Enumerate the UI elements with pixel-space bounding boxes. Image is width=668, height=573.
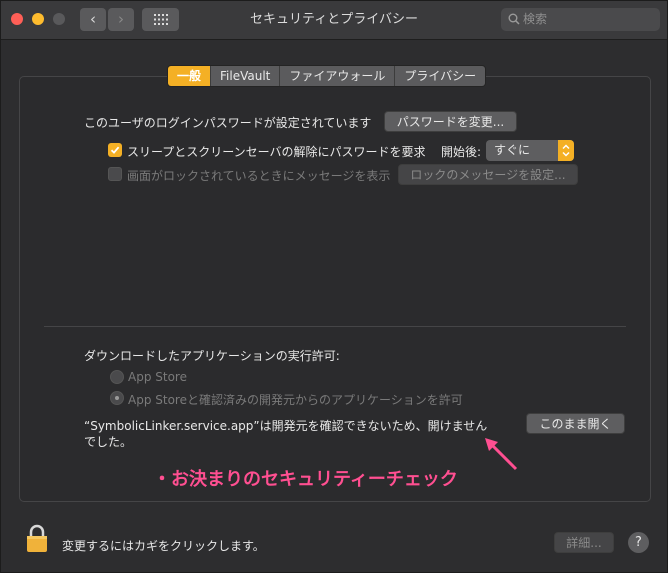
back-button[interactable]: ‹ xyxy=(80,8,106,31)
close-window-button[interactable] xyxy=(11,13,23,25)
forward-button[interactable]: › xyxy=(108,8,134,31)
title-bar: ‹ › セキュリティとプライバシー 検索 xyxy=(1,1,667,40)
lock-message-label: 画面がロックされているときにメッセージを表示 xyxy=(127,169,391,183)
chevron-updown-icon xyxy=(558,140,574,161)
tab-firewall[interactable]: ファイアウォール xyxy=(280,66,396,86)
search-placeholder: 検索 xyxy=(523,12,548,26)
window-title: セキュリティとプライバシー xyxy=(250,12,418,27)
blocked-app-message-line2: でした。 xyxy=(84,435,133,449)
start-after-select[interactable]: すぐに xyxy=(486,140,574,161)
grid-icon xyxy=(153,14,168,25)
tab-privacy[interactable]: プライバシー xyxy=(395,66,486,86)
tab-bar: 一般 FileVault ファイアウォール プライバシー xyxy=(167,65,487,87)
downloads-heading: ダウンロードしたアプリケーションの実行許可: xyxy=(84,349,340,363)
annotation-arrow xyxy=(485,438,518,471)
zoom-window-button[interactable] xyxy=(53,13,65,25)
annotation-text: ・お決まりのセキュリティーチェック xyxy=(153,469,458,490)
section-divider xyxy=(44,326,626,327)
blocked-app-message-line1: “SymbolicLinker.service.app”は開発元を確認できないた… xyxy=(84,419,488,433)
minimize-window-button[interactable] xyxy=(32,13,44,25)
search-field[interactable]: 検索 xyxy=(501,8,660,31)
advanced-button[interactable]: 詳細... xyxy=(554,532,614,553)
password-status-text: このユーザのログインパスワードが設定されています xyxy=(84,116,372,130)
tab-filevault[interactable]: FileVault xyxy=(211,66,281,86)
tab-general[interactable]: 一般 xyxy=(168,66,212,86)
lock-hint-text: 変更するにはカギをクリックします。 xyxy=(62,539,265,553)
lock-message-checkbox[interactable] xyxy=(108,167,122,181)
start-after-label: 開始後: xyxy=(441,145,482,159)
lock-icon[interactable] xyxy=(26,524,48,557)
require-password-checkbox[interactable] xyxy=(108,143,122,157)
open-anyway-button[interactable]: このまま開く xyxy=(526,413,625,434)
show-all-button[interactable] xyxy=(142,8,179,31)
radio-identified-developers[interactable] xyxy=(110,391,124,405)
radio-app-store[interactable] xyxy=(110,370,124,384)
search-icon xyxy=(508,13,520,25)
radio-identified-developers-label: App Storeと確認済みの開発元からのアプリケーションを許可 xyxy=(128,393,463,407)
radio-app-store-label: App Store xyxy=(128,370,187,384)
checkmark-icon xyxy=(110,146,120,154)
require-password-label: スリープとスクリーンセーバの解除にパスワードを要求 xyxy=(127,145,426,159)
change-password-button[interactable]: パスワードを変更... xyxy=(384,111,517,132)
preferences-window: ‹ › セキュリティとプライバシー 検索 一般 FileVault ファイアウォ… xyxy=(0,0,668,573)
help-button[interactable]: ? xyxy=(628,532,649,553)
set-lock-message-button[interactable]: ロックのメッセージを設定... xyxy=(398,164,578,185)
start-after-value: すぐに xyxy=(494,143,531,157)
